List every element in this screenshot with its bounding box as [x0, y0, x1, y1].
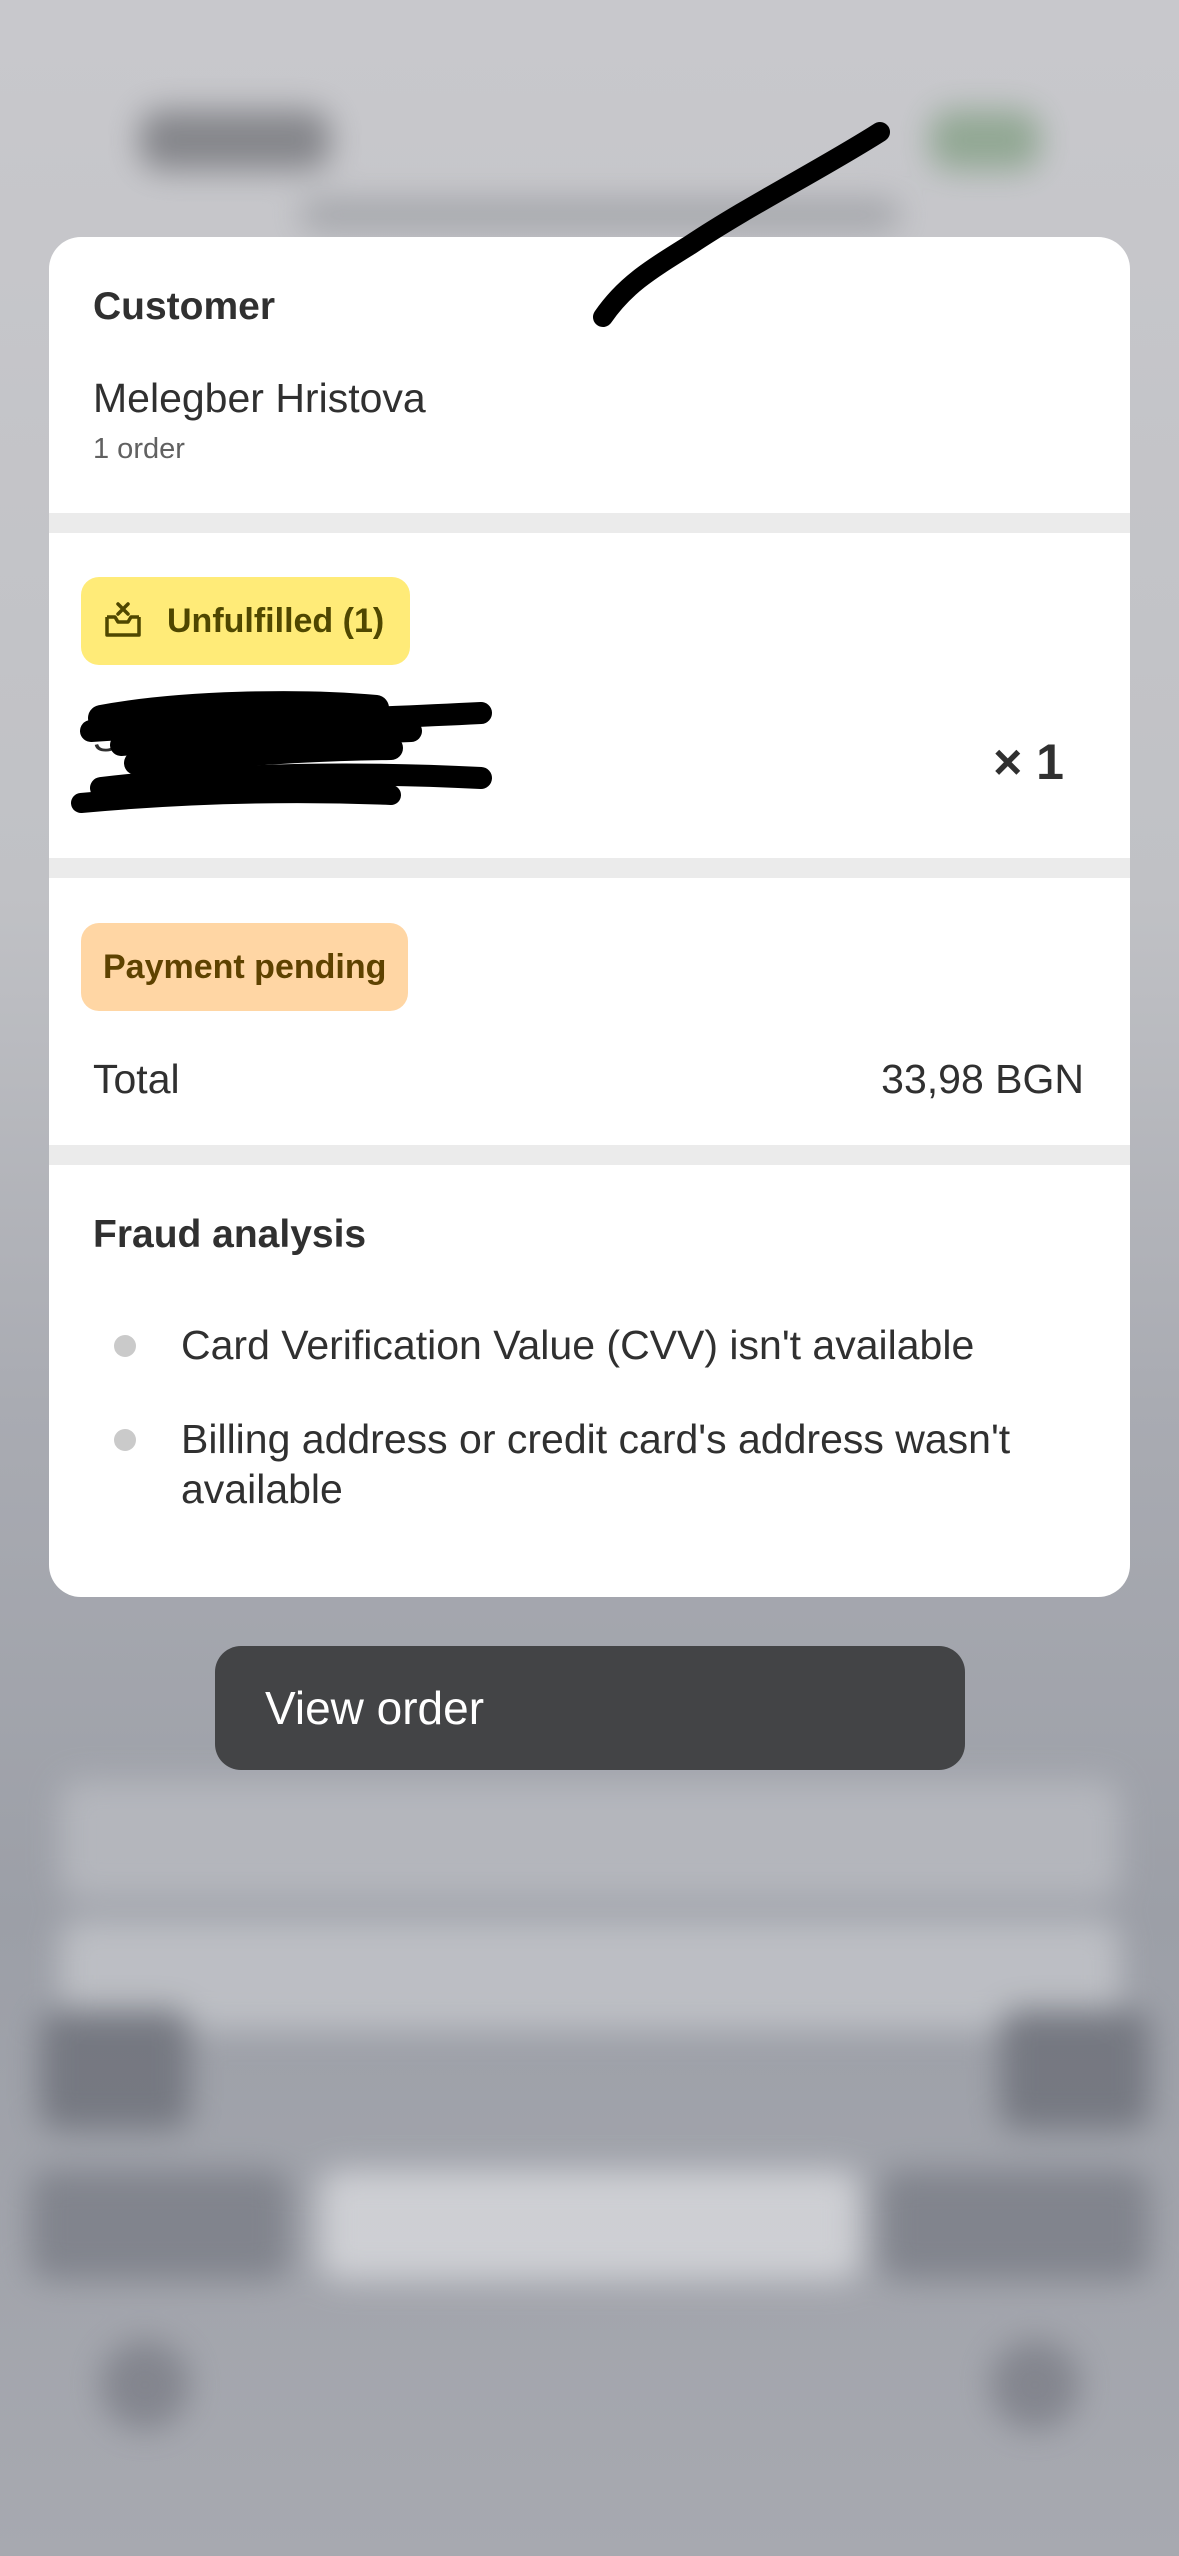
- blurred-spacebar: [320, 2170, 860, 2280]
- fraud-heading: Fraud analysis: [93, 1213, 367, 1256]
- blurred-key: [1000, 2010, 1150, 2130]
- fulfillment-section: Unfulfilled (1) S × 1: [49, 533, 1130, 858]
- section-divider: [49, 1145, 1130, 1165]
- fraud-analysis-section: Fraud analysis Card Verification Value (…: [49, 1165, 1130, 1597]
- blurred-icon: [100, 2340, 190, 2430]
- view-order-label: View order: [265, 1682, 485, 1734]
- unfulfilled-badge-label: Unfulfilled (1): [167, 601, 385, 640]
- customer-name: Melegber Hristova: [93, 375, 426, 421]
- blurred-row: [60, 1780, 1120, 1900]
- section-divider: [49, 858, 1130, 878]
- line-item-quantity: × 1: [993, 734, 1064, 790]
- blurred-icon: [990, 2340, 1080, 2430]
- payment-pending-badge: Payment pending: [81, 923, 409, 1011]
- fraud-indicator-text: Card Verification Value (CVV) isn't avai…: [181, 1322, 975, 1368]
- box-x-icon: [105, 602, 141, 637]
- fraud-indicator: Billing address or credit card's address…: [49, 1414, 1130, 1514]
- redaction-scribble: [71, 691, 492, 813]
- fraud-indicator-list: Card Verification Value (CVV) isn't avai…: [49, 1320, 1130, 1558]
- fraud-indicator: Card Verification Value (CVV) isn't avai…: [49, 1320, 1130, 1370]
- blurred-time: [140, 110, 330, 170]
- bullet-icon: [114, 1429, 136, 1451]
- fraud-indicator-text: Billing address or credit card's address…: [181, 1416, 1011, 1512]
- total-label: Total: [93, 1056, 180, 1102]
- order-preview-card: Customer Melegber Hristova 1 order Unful…: [49, 237, 1130, 1597]
- blurred-key: [30, 2170, 290, 2280]
- blurred-key: [880, 2170, 1150, 2280]
- payment-section: Payment pending Total 33,98 BGN: [49, 878, 1130, 1145]
- section-divider: [49, 513, 1130, 533]
- customer-heading: Customer: [93, 285, 276, 328]
- blurred-row: [60, 1920, 1120, 2030]
- customer-order-count: 1 order: [93, 433, 185, 465]
- total-value: 33,98 BGN: [881, 1056, 1084, 1102]
- blurred-status: [930, 110, 1040, 170]
- unfulfilled-badge: Unfulfilled (1): [81, 577, 411, 665]
- pen-scribble: [593, 122, 890, 327]
- view-order-button[interactable]: View order: [215, 1646, 965, 1770]
- bullet-icon: [114, 1335, 136, 1357]
- blurred-key: [40, 2010, 190, 2130]
